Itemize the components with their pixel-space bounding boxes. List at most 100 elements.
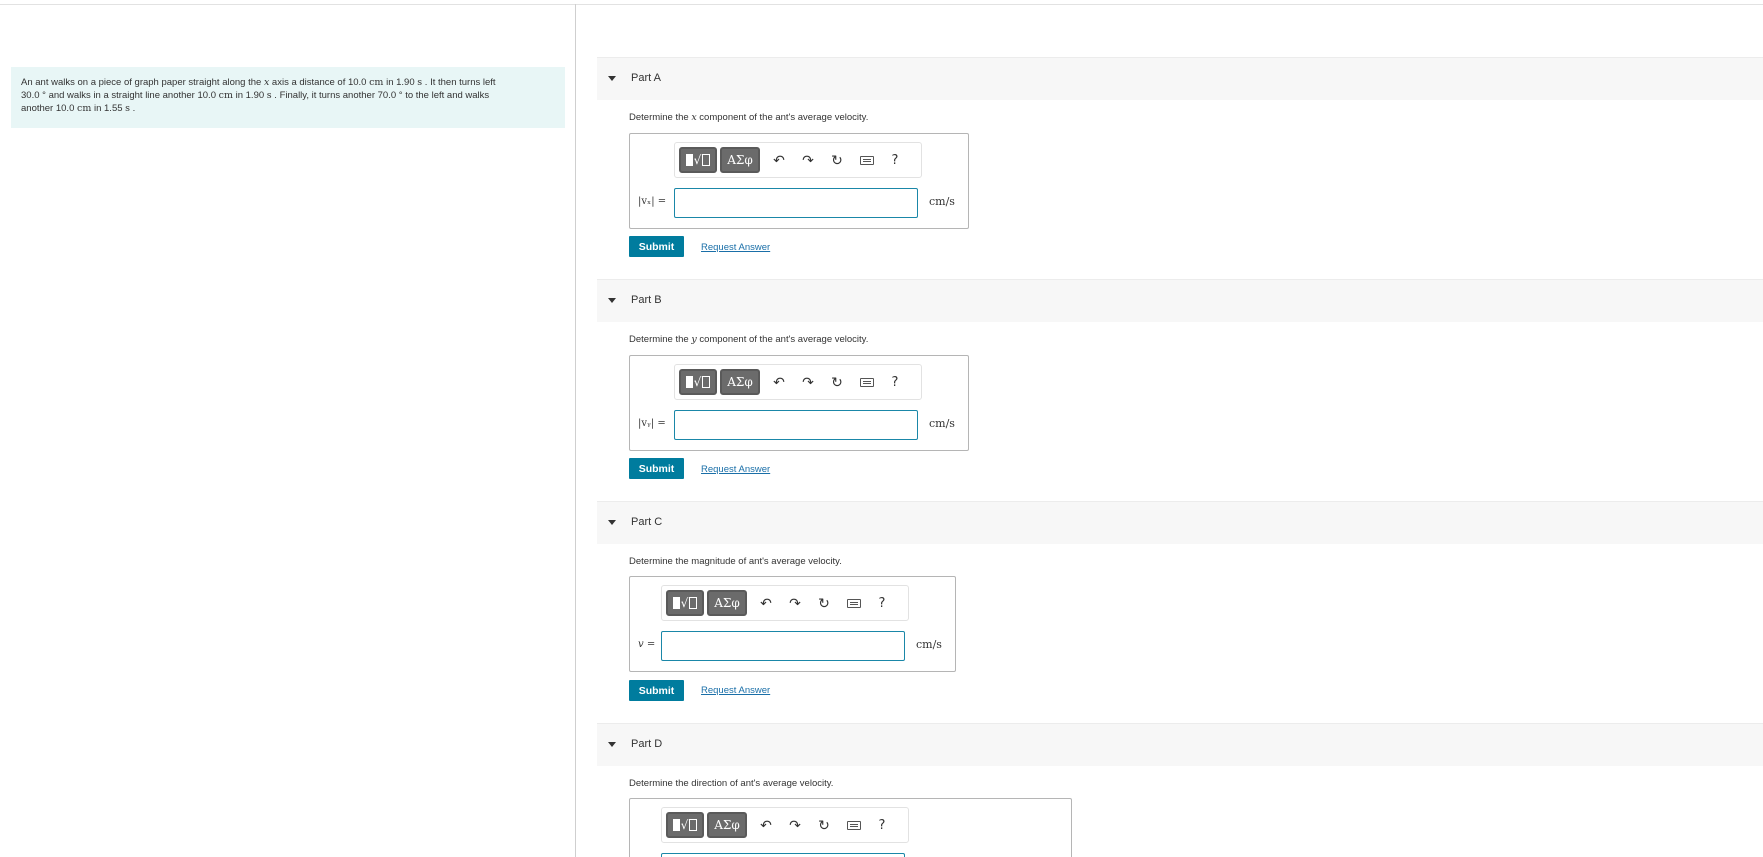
problem-text: axis a distance of 10.0 (269, 77, 370, 88)
part-b-answer-box: √ ΑΣφ ↶ ↷ ↻ ? |vᵧ| = cm/s (629, 355, 969, 451)
part-c-request-answer-link[interactable]: Request Answer (701, 685, 770, 696)
math-toolbar: √ ΑΣφ ↶ ↷ ↻ ? (674, 364, 922, 400)
part-c-title: Part C (631, 516, 663, 528)
greek-symbols-button[interactable]: ΑΣφ (707, 812, 747, 838)
templates-button[interactable]: √ (679, 369, 717, 395)
part-a-header[interactable]: Part A (597, 57, 1763, 100)
greek-symbols-button[interactable]: ΑΣφ (720, 369, 760, 395)
part-b-question: Determine the y component of the ant's a… (629, 334, 868, 345)
problem-text: in 1.90 (232, 90, 267, 101)
problem-text: . Finally, it turns another 70.0 ° to th… (271, 90, 490, 101)
reset-icon[interactable]: ↻ (815, 593, 833, 613)
templates-button[interactable]: √ (666, 812, 704, 838)
part-b-title: Part B (631, 294, 662, 306)
template-box-icon (685, 376, 693, 388)
part-b-request-answer-link[interactable]: Request Answer (701, 464, 770, 475)
keyboard-icon[interactable] (845, 593, 863, 613)
question-text: component of the ant's average velocity. (696, 334, 869, 345)
part-d-question: Determine the direction of ant's average… (629, 778, 833, 789)
reset-icon[interactable]: ↻ (815, 815, 833, 835)
top-divider (0, 4, 1763, 5)
problem-text: in 1.55 (91, 103, 126, 114)
answer-variable-label: |vₓ| = (638, 196, 667, 207)
reset-icon[interactable]: ↻ (828, 372, 846, 392)
answer-unit: cm/s (929, 195, 955, 208)
question-text: Determine the direction of ant's average… (629, 778, 834, 789)
part-b-answer-input[interactable] (674, 410, 918, 440)
undo-icon[interactable]: ↶ (770, 372, 788, 392)
part-a-answer-input[interactable] (674, 188, 918, 218)
reset-icon[interactable]: ↻ (828, 150, 846, 170)
template-frame-icon (689, 597, 698, 609)
problem-line-3: another 10.0 cm in 1.55 s . (21, 102, 555, 115)
question-text: Determine the magnitude of ant's average… (629, 556, 842, 567)
redo-icon[interactable]: ↷ (799, 372, 817, 392)
answer-variable-label: |vᵧ| = (638, 418, 666, 429)
collapse-caret-icon[interactable] (608, 298, 616, 303)
template-frame-icon (702, 376, 711, 388)
problem-text: in 1.90 (383, 77, 418, 88)
math-toolbar: √ ΑΣφ ↶ ↷ ↻ ? (661, 807, 909, 843)
part-b-submit-button[interactable]: Submit (629, 458, 684, 479)
keyboard-glyph (847, 598, 861, 608)
answer-unit: cm/s (916, 638, 942, 651)
part-d-answer-box: √ ΑΣφ ↶ ↷ ↻ ? (629, 798, 1072, 857)
redo-icon[interactable]: ↷ (786, 815, 804, 835)
unit-text: cm (218, 90, 233, 101)
keyboard-glyph (860, 155, 874, 165)
keyboard-icon[interactable] (858, 150, 876, 170)
column-divider (575, 4, 576, 857)
keyboard-glyph (847, 820, 861, 830)
help-icon[interactable]: ? (873, 593, 891, 613)
templates-button[interactable]: √ (679, 147, 717, 173)
question-text: component of the ant's average velocity. (696, 112, 869, 123)
radical-icon: √ (693, 153, 702, 167)
undo-icon[interactable]: ↶ (770, 150, 788, 170)
problem-statement: An ant walks on a piece of graph paper s… (11, 67, 565, 128)
help-icon[interactable]: ? (873, 815, 891, 835)
problem-line-1: An ant walks on a piece of graph paper s… (21, 76, 555, 89)
math-toolbar: √ ΑΣφ ↶ ↷ ↻ ? (674, 142, 922, 178)
part-c-header[interactable]: Part C (597, 501, 1763, 544)
part-d-header[interactable]: Part D (597, 723, 1763, 766)
part-a-question: Determine the x component of the ant's a… (629, 112, 868, 123)
radical-icon: √ (680, 818, 689, 832)
keyboard-glyph (860, 377, 874, 387)
part-a-request-answer-link[interactable]: Request Answer (701, 242, 770, 253)
greek-symbols-button[interactable]: ΑΣφ (707, 590, 747, 616)
template-box-icon (672, 819, 680, 831)
radical-icon: √ (693, 375, 702, 389)
help-icon[interactable]: ? (886, 372, 904, 392)
collapse-caret-icon[interactable] (608, 742, 616, 747)
keyboard-icon[interactable] (858, 372, 876, 392)
redo-icon[interactable]: ↷ (799, 150, 817, 170)
part-d-answer-input[interactable] (661, 853, 905, 857)
problem-text: . (130, 103, 136, 114)
help-icon[interactable]: ? (886, 150, 904, 170)
part-a-title: Part A (631, 72, 661, 84)
template-frame-icon (702, 154, 711, 166)
template-box-icon (685, 154, 693, 166)
part-c-question: Determine the magnitude of ant's average… (629, 556, 842, 567)
answer-unit: cm/s (929, 417, 955, 430)
radical-icon: √ (680, 596, 689, 610)
part-c-answer-input[interactable] (661, 631, 905, 661)
redo-icon[interactable]: ↷ (786, 593, 804, 613)
collapse-caret-icon[interactable] (608, 76, 616, 81)
keyboard-icon[interactable] (845, 815, 863, 835)
part-d-title: Part D (631, 738, 663, 750)
part-c-answer-box: √ ΑΣφ ↶ ↷ ↻ ? v = cm/s (629, 576, 956, 672)
question-text: Determine the (629, 334, 692, 345)
greek-symbols-button[interactable]: ΑΣφ (720, 147, 760, 173)
problem-line-2: 30.0 ° and walks in a straight line anot… (21, 89, 555, 102)
part-a-submit-button[interactable]: Submit (629, 236, 684, 257)
problem-text: 30.0 ° and walks in a straight line anot… (21, 90, 219, 101)
templates-button[interactable]: √ (666, 590, 704, 616)
problem-text: An ant walks on a piece of graph paper s… (21, 77, 264, 88)
collapse-caret-icon[interactable] (608, 520, 616, 525)
part-c-submit-button[interactable]: Submit (629, 680, 684, 701)
undo-icon[interactable]: ↶ (757, 593, 775, 613)
undo-icon[interactable]: ↶ (757, 815, 775, 835)
unit-text: cm (369, 77, 384, 88)
part-b-header[interactable]: Part B (597, 279, 1763, 322)
